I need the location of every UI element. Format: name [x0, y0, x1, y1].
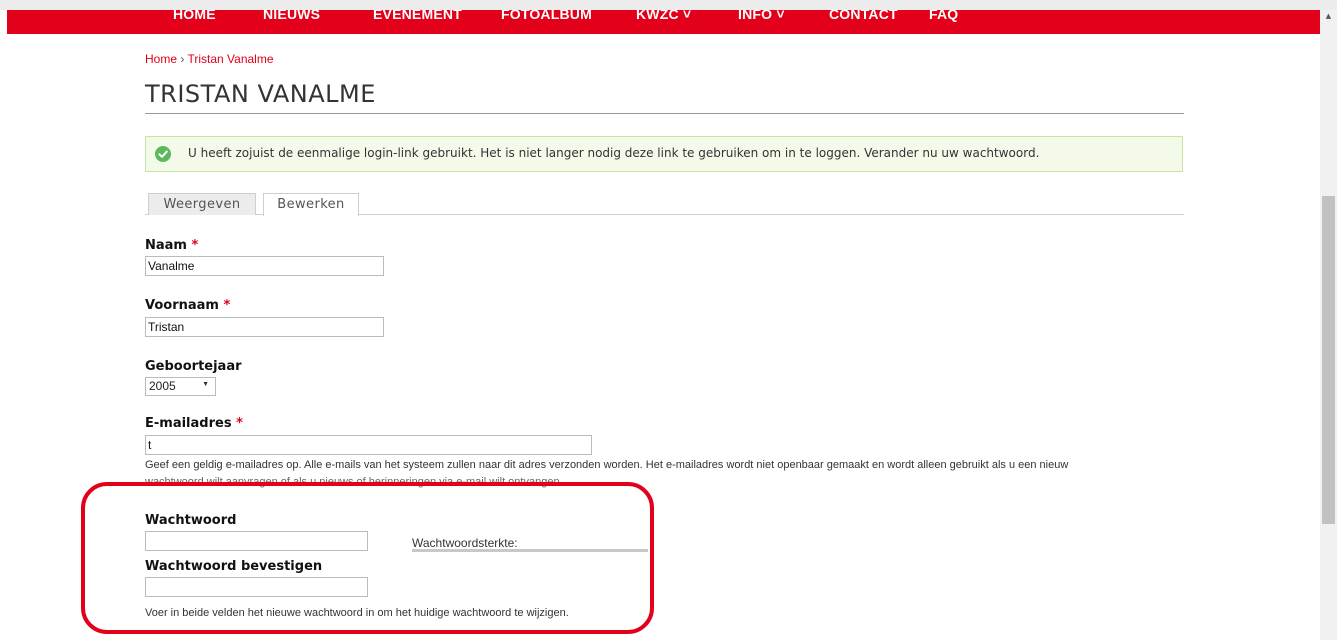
- email-description: Geef een geldig e-mailadres op. Alle e-m…: [145, 459, 1069, 471]
- wachtwoord-bevestigen-label: Wachtwoord bevestigen: [145, 559, 323, 574]
- nav-item-evenement[interactable]: EVENEMENT: [373, 10, 462, 22]
- check-circle-icon: [155, 146, 171, 162]
- wachtwoord-label: Wachtwoord: [145, 513, 237, 528]
- email-description-line2: wachtwoord wilt aanvragen of als u nieuw…: [145, 476, 563, 488]
- nav-item-kwzc[interactable]: KWZC ˅: [636, 10, 691, 22]
- geboortejaar-selected-value: 2005: [149, 379, 176, 393]
- email-label-text: E-mailadres: [145, 416, 232, 431]
- dropdown-arrow-icon: ▼: [202, 381, 209, 388]
- status-message-text: U heeft zojuist de eenmalige login-link …: [188, 146, 1040, 160]
- nav-item-contact[interactable]: CONTACT: [829, 10, 898, 22]
- geboortejaar-label: Geboortejaar: [145, 359, 242, 374]
- voornaam-label: Voornaam *: [145, 298, 230, 313]
- vertical-scrollbar[interactable]: ▲: [1320, 10, 1337, 640]
- status-message: U heeft zojuist de eenmalige login-link …: [145, 136, 1183, 172]
- password-strength-bar: [412, 549, 648, 552]
- naam-label: Naam *: [145, 238, 198, 253]
- nav-item-home[interactable]: HOME: [173, 10, 216, 22]
- email-label: E-mailadres *: [145, 416, 243, 431]
- browser-top-strip: [0, 0, 1337, 10]
- voornaam-input[interactable]: Tristan: [145, 317, 384, 337]
- title-divider: [145, 113, 1184, 114]
- nav-item-fotoalbum[interactable]: FOTOALBUM: [501, 10, 592, 22]
- voornaam-label-text: Voornaam: [145, 298, 219, 313]
- tab-bewerken[interactable]: Bewerken: [263, 193, 359, 216]
- page-title: TRISTAN VANALME: [145, 80, 376, 108]
- email-input[interactable]: t: [145, 435, 592, 455]
- password-strength-label: Wachtwoordsterkte:: [412, 536, 518, 550]
- nav-item-faq[interactable]: FAQ: [929, 10, 958, 22]
- geboortejaar-select[interactable]: 2005 ▼: [145, 377, 216, 396]
- required-marker: *: [236, 416, 243, 431]
- required-marker: *: [223, 298, 231, 313]
- breadcrumb: Home › Tristan Vanalme: [145, 52, 274, 66]
- wachtwoord-input[interactable]: [145, 531, 368, 551]
- password-description: Voer in beide velden het nieuwe wachtwoo…: [145, 607, 569, 619]
- nav-item-info[interactable]: INFO ˅: [738, 10, 785, 22]
- breadcrumb-home-link[interactable]: Home: [145, 52, 177, 66]
- tab-weergeven[interactable]: Weergeven: [148, 193, 256, 215]
- scroll-up-arrow-icon[interactable]: ▲: [1320, 12, 1337, 20]
- main-navigation: HOME NIEUWS EVENEMENT FOTOALBUM KWZC ˅ I…: [7, 10, 1320, 34]
- naam-label-text: Naam: [145, 238, 187, 253]
- scrollbar-thumb[interactable]: [1322, 196, 1335, 524]
- required-marker: *: [191, 238, 199, 253]
- wachtwoord-bevestigen-input[interactable]: [145, 577, 368, 597]
- breadcrumb-separator: ›: [180, 52, 185, 66]
- naam-input[interactable]: Vanalme: [145, 256, 384, 276]
- breadcrumb-current-link[interactable]: Tristan Vanalme: [187, 52, 273, 66]
- nav-item-nieuws[interactable]: NIEUWS: [263, 10, 320, 22]
